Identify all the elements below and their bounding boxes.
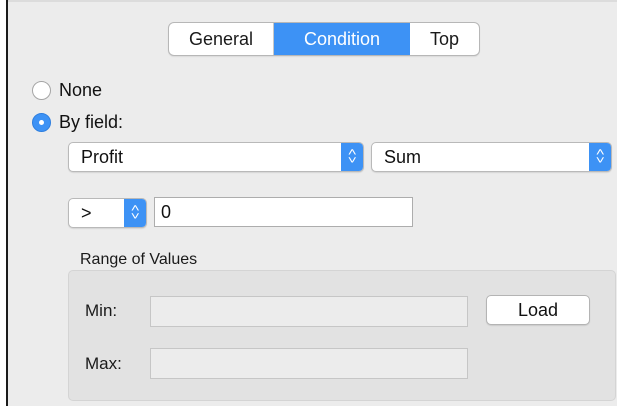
field-select-stepper-icon: ˄ ˅ <box>341 143 363 171</box>
filter-dialog: General Condition Top None By field: Pro… <box>6 0 617 406</box>
min-field[interactable] <box>150 296 468 327</box>
radio-by-field-button[interactable] <box>32 113 51 132</box>
operator-select-stepper-icon: ˄ ˅ <box>124 199 146 227</box>
min-label: Min: <box>85 301 118 320</box>
operator-select-value: > <box>81 202 92 223</box>
radio-none-button[interactable] <box>32 81 51 100</box>
field-select-value: Profit <box>81 146 124 167</box>
value-input[interactable]: 0 <box>154 197 413 227</box>
tab-bar: General Condition Top <box>168 22 480 56</box>
tab-general[interactable]: General <box>169 23 274 55</box>
radio-by-field-label: By field: <box>59 112 124 132</box>
radio-none-option[interactable]: None <box>32 80 102 101</box>
aggregation-select-value: Sum <box>384 146 422 167</box>
aggregation-select[interactable]: Sum ˄ ˅ <box>371 142 612 172</box>
radio-none-label: None <box>59 80 103 100</box>
max-label: Max: <box>85 354 122 373</box>
title-divider <box>8 0 617 2</box>
range-of-values-group: Min: Max: <box>68 270 616 401</box>
operator-select[interactable]: > ˄ ˅ <box>68 198 147 228</box>
load-button[interactable]: Load <box>486 295 590 325</box>
max-field[interactable] <box>150 348 468 379</box>
tab-condition[interactable]: Condition <box>274 23 410 55</box>
range-of-values-title: Range of Values <box>80 251 198 268</box>
field-select[interactable]: Profit ˄ ˅ <box>68 142 364 172</box>
aggregation-select-stepper-icon: ˄ ˅ <box>589 143 611 171</box>
radio-by-field-option[interactable]: By field: <box>32 112 123 133</box>
tab-top[interactable]: Top <box>410 23 479 55</box>
